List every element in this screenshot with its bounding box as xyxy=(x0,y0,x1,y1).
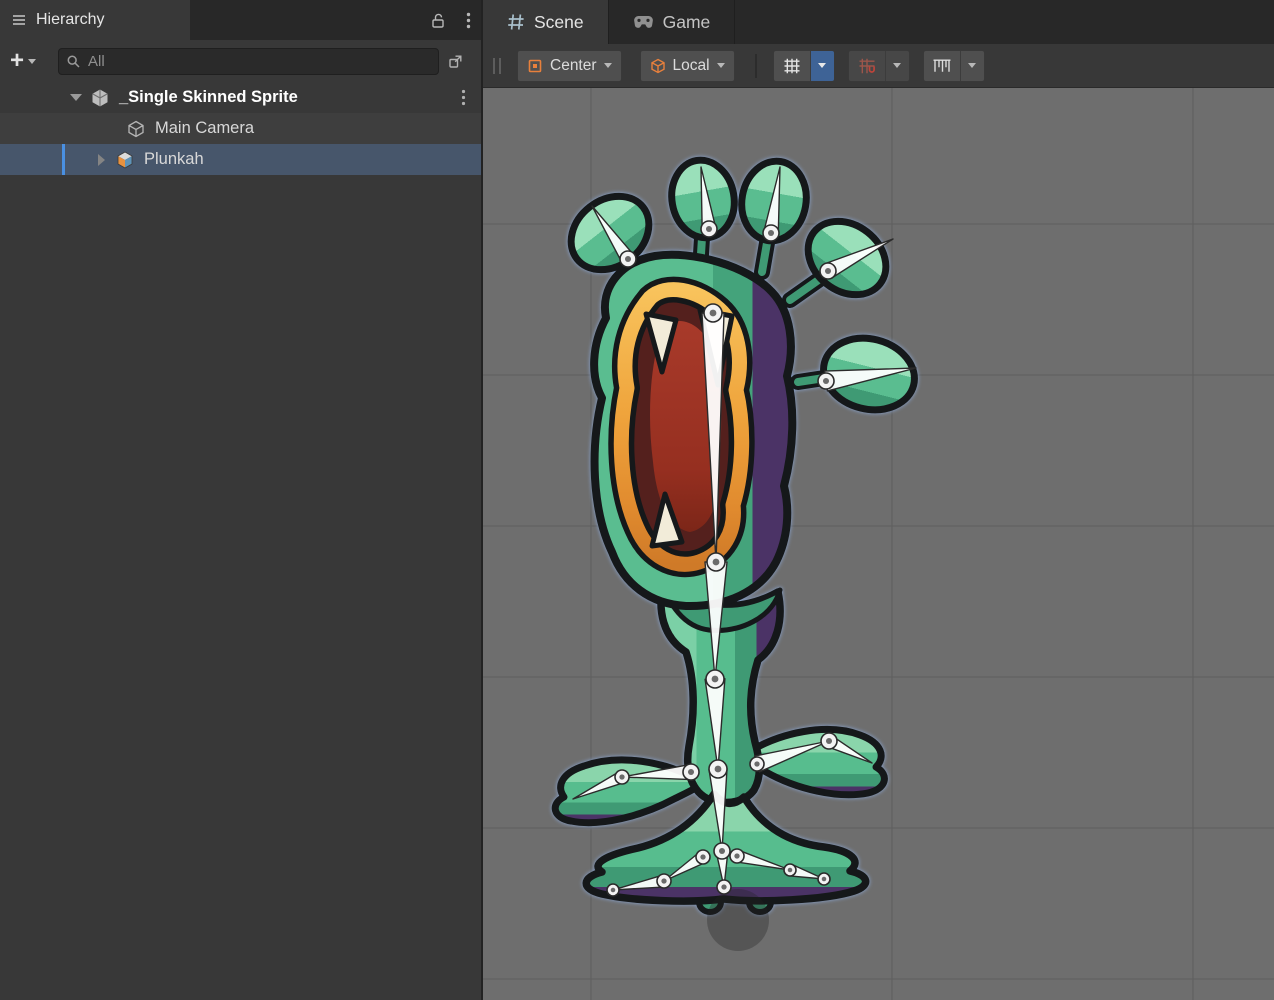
grid-snapping-button[interactable] xyxy=(849,51,885,81)
scene-grid-icon xyxy=(507,13,525,31)
grid-visibility-dropdown[interactable] xyxy=(810,51,834,81)
grid-visibility-group xyxy=(773,50,835,82)
scene-view-svg xyxy=(483,88,1274,1000)
scene-tab-label: Scene xyxy=(534,12,584,33)
bone-joint-core xyxy=(822,877,827,882)
bone-joint-core xyxy=(826,738,832,744)
ruler-icon xyxy=(932,58,952,74)
chevron-down-icon xyxy=(818,63,826,68)
grid-snap-icon xyxy=(858,58,876,74)
chevron-down-icon xyxy=(717,63,725,68)
hierarchy-tree: _Single Skinned Sprite Main Camera xyxy=(0,82,481,175)
snap-increment-button[interactable] xyxy=(924,51,960,81)
bone-joint-core xyxy=(706,226,712,232)
bone-joint-core xyxy=(721,884,726,889)
bone-joint-core xyxy=(625,256,631,262)
pivot-mode-label: Center xyxy=(550,57,597,75)
create-object-button[interactable]: + xyxy=(10,51,58,71)
bone-joint-core xyxy=(823,378,829,384)
hierarchy-item-main-camera[interactable]: Main Camera xyxy=(0,113,481,144)
kebab-menu-icon[interactable] xyxy=(461,89,466,106)
tab-hierarchy[interactable]: Hierarchy xyxy=(0,0,190,40)
bone-joint-core xyxy=(712,676,719,683)
pivot-shadow-circle xyxy=(707,889,769,951)
chevron-down-icon xyxy=(893,63,901,68)
hierarchy-header: Hierarchy xyxy=(0,0,481,40)
bone-joint-core xyxy=(710,310,717,317)
tab-game[interactable]: Game xyxy=(609,0,736,44)
bone-joint-core xyxy=(754,761,759,766)
bone-joint-core xyxy=(734,853,739,858)
prefab-model-icon xyxy=(115,150,135,170)
orientation-mode-label: Local xyxy=(673,57,710,75)
bone-joint-core xyxy=(719,848,725,854)
bone-joint-core xyxy=(700,854,705,859)
scene-canvas[interactable] xyxy=(483,88,1274,1000)
plus-icon: + xyxy=(10,51,24,71)
item-label: Plunkah xyxy=(144,150,204,169)
foldout-expanded-icon[interactable] xyxy=(70,94,82,101)
center-pivot-icon xyxy=(527,58,543,74)
popout-icon xyxy=(447,53,464,70)
item-label: _Single Skinned Sprite xyxy=(119,88,298,107)
search-icon xyxy=(66,54,81,69)
orientation-mode-button[interactable]: Local xyxy=(640,50,735,82)
bone-joint-core xyxy=(619,774,624,779)
foldout-collapsed-icon[interactable] xyxy=(98,154,105,166)
bone-joint-core xyxy=(788,868,793,873)
tab-scene[interactable]: Scene xyxy=(483,0,609,44)
bone-joint-core xyxy=(825,268,831,274)
hierarchy-panel: Hierarchy + xyxy=(0,0,481,1000)
popout-search-button[interactable] xyxy=(439,53,471,70)
scene-tabbar: Scene Game xyxy=(483,0,1274,44)
grid-visibility-button[interactable] xyxy=(774,51,810,81)
bone-joint-core xyxy=(715,766,722,773)
snap-increment-dropdown[interactable] xyxy=(960,51,984,81)
unity-editor-window: Hierarchy + xyxy=(0,0,1274,1000)
game-tab-label: Game xyxy=(663,12,711,33)
search-field[interactable] xyxy=(58,48,439,75)
scene-toolbar: Center Local xyxy=(483,44,1274,88)
pivot-mode-button[interactable]: Center xyxy=(517,50,622,82)
gameobject-cube-icon xyxy=(126,119,146,139)
bone-joint-core xyxy=(768,230,774,236)
list-icon xyxy=(11,12,27,28)
grid-snapping-dropdown[interactable] xyxy=(885,51,909,81)
hierarchy-tab-label: Hierarchy xyxy=(36,11,104,29)
bone-joint-core xyxy=(688,769,694,775)
search-input[interactable] xyxy=(86,52,431,71)
selection-indicator-bar xyxy=(62,144,65,175)
lock-icon[interactable] xyxy=(430,12,446,29)
toolbar-separator xyxy=(755,54,757,78)
hierarchy-item-plunkah[interactable]: Plunkah xyxy=(0,144,481,175)
toolbar-grip-handle[interactable] xyxy=(493,58,501,74)
hierarchy-header-actions xyxy=(430,0,471,40)
bone-joint-core xyxy=(661,878,666,883)
gamepad-icon xyxy=(633,15,654,29)
grid-snapping-group xyxy=(848,50,910,82)
chevron-down-icon xyxy=(604,63,612,68)
snap-increment-group xyxy=(923,50,985,82)
kebab-menu-icon[interactable] xyxy=(466,12,471,29)
hierarchy-toolbar: + xyxy=(0,40,481,82)
unity-scene-icon xyxy=(90,88,110,108)
grid-icon xyxy=(783,58,801,74)
creature-sprite-plunkah[interactable] xyxy=(555,155,922,912)
chevron-down-icon xyxy=(968,63,976,68)
local-cube-icon xyxy=(650,58,666,74)
bone-joint-core xyxy=(611,888,616,893)
bone-joint-core xyxy=(713,559,720,566)
item-label: Main Camera xyxy=(155,119,254,138)
hierarchy-item-scene-root[interactable]: _Single Skinned Sprite xyxy=(0,82,481,113)
chevron-down-icon xyxy=(28,59,36,64)
scene-panel: Scene Game Center xyxy=(483,0,1274,1000)
